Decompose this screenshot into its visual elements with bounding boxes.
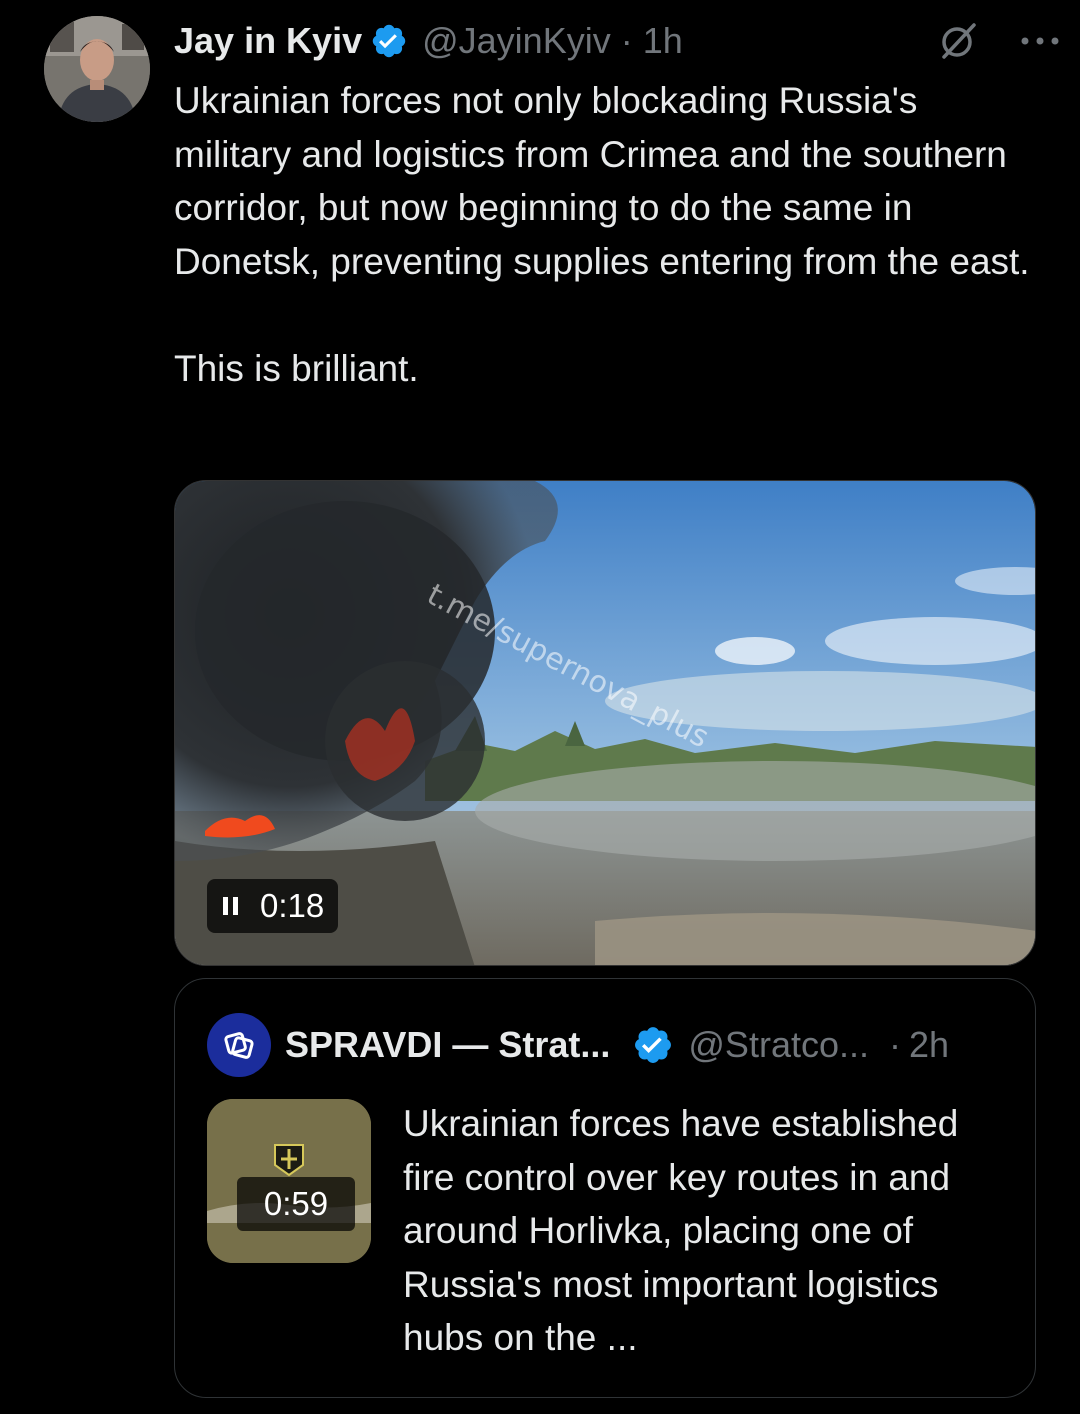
quoted-tweet-time[interactable]: 2h: [909, 1024, 949, 1066]
quoted-video-timer: 0:59: [237, 1177, 355, 1231]
quoted-author-name[interactable]: SPRAVDI — Strat...: [285, 1024, 610, 1066]
header-actions: [936, 14, 1060, 68]
more-icon[interactable]: [1020, 35, 1060, 47]
tweet-header: Jay in Kyiv @JayinKyiv · 1h: [174, 14, 1060, 68]
grok-icon[interactable]: [936, 19, 980, 63]
quoted-tweet-text: Ukrainian forces have established fire c…: [403, 1103, 969, 1358]
video-timer[interactable]: 0:18: [207, 879, 339, 933]
author-handle[interactable]: @JayinKyiv: [422, 20, 611, 62]
author-avatar[interactable]: [44, 16, 150, 122]
quoted-author-handle[interactable]: @Stratco...: [688, 1024, 869, 1066]
tweet-text: Ukrainian forces not only blockading Rus…: [174, 80, 1030, 389]
quoted-tweet[interactable]: SPRAVDI — Strat... @Stratco... · 2h 0:59…: [174, 978, 1036, 1398]
quoted-tweet-header: SPRAVDI — Strat... @Stratco... · 2h: [207, 1013, 1003, 1077]
spravdi-logo-icon[interactable]: [207, 1013, 271, 1077]
video-timer-text: 0:18: [260, 887, 325, 924]
tweet-time[interactable]: 1h: [643, 20, 683, 62]
separator: ·: [889, 1024, 901, 1065]
separator: ·: [620, 20, 633, 61]
author-name[interactable]: Jay in Kyiv: [174, 20, 362, 62]
verified-badge-icon[interactable]: [632, 1024, 674, 1066]
tweet[interactable]: Jay in Kyiv @JayinKyiv · 1h Ukrainian fo…: [0, 0, 1080, 1414]
pause-icon[interactable]: [223, 897, 238, 915]
quoted-video-thumbnail[interactable]: 0:59: [207, 1099, 371, 1263]
video-player[interactable]: t.me/supernova_plus 0:18: [174, 480, 1036, 966]
verified-badge-icon[interactable]: [370, 22, 408, 60]
